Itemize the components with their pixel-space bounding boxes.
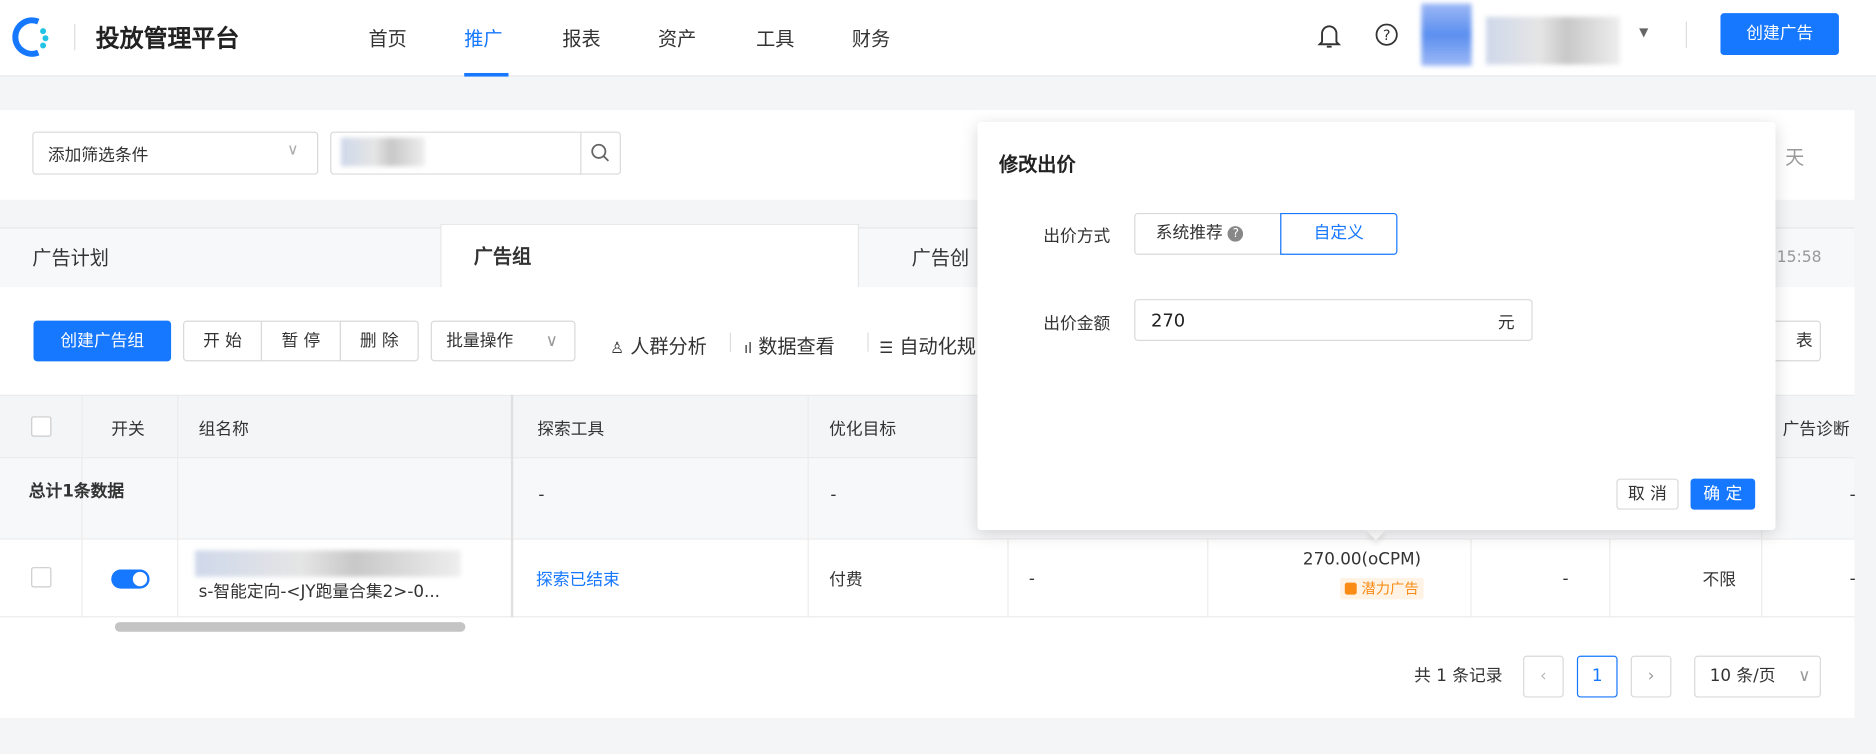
sliders-icon: ☰	[879, 339, 894, 358]
search-input[interactable]	[330, 131, 621, 175]
horizontal-scrollbar[interactable]	[114, 622, 466, 632]
person-icon: ♙	[610, 339, 625, 358]
cancel-button[interactable]: 取 消	[1616, 478, 1679, 510]
tab-campaign[interactable]: 广告计划	[0, 229, 440, 289]
divider	[1685, 21, 1687, 48]
search-icon[interactable]	[590, 142, 612, 164]
divider	[74, 23, 76, 51]
status-toggle[interactable]	[111, 569, 150, 589]
filter-select[interactable]: 添加筛选条件 ∨	[32, 131, 319, 175]
column-header-name[interactable]: 组名称	[199, 416, 249, 440]
confirm-button[interactable]: 确 定	[1690, 478, 1756, 510]
total-records: 共 1 条记录	[1414, 666, 1503, 686]
currency-unit: 元	[1497, 313, 1515, 333]
page-1-button[interactable]: 1	[1576, 655, 1618, 698]
next-page-button[interactable]: ›	[1630, 655, 1672, 698]
group-name[interactable]: s-智能定向-<JY跑量合集2>-0...	[199, 579, 440, 603]
batch-select[interactable]: 批量操作 ∨	[430, 320, 576, 362]
pause-button[interactable]: 暂 停	[260, 320, 341, 362]
nav-home[interactable]: 首页	[369, 23, 407, 52]
username[interactable]	[1485, 16, 1620, 65]
logo-icon	[12, 17, 49, 57]
option-label: 系统推荐	[1155, 223, 1223, 243]
svg-text:?: ?	[1383, 28, 1391, 44]
bell-icon[interactable]	[1317, 23, 1342, 49]
automation-label: 自动化规	[899, 335, 977, 358]
summary-value: -	[538, 485, 545, 505]
bid-amount-input[interactable]: 270 元	[1134, 299, 1533, 341]
bar-chart-icon: ıl	[744, 339, 753, 357]
bid-method-label: 出价方式	[1043, 227, 1111, 247]
top-header: 投放管理平台 首页 推广 报表 资产 工具 财务 ? ▼ 创建广告	[0, 0, 1876, 77]
nav-active-indicator	[464, 72, 509, 77]
column-header-goal[interactable]: 优化目标	[829, 416, 896, 440]
nav-assets[interactable]: 资产	[658, 23, 696, 52]
chevron-down-icon: ∨	[545, 331, 558, 351]
summary-value: -	[830, 485, 837, 505]
data-view-label: 数据查看	[758, 335, 835, 358]
bid-method-system[interactable]: 系统推荐 ?	[1134, 212, 1282, 255]
summary-value: -	[1849, 485, 1856, 505]
column-header-explore-tool[interactable]: 探索工具	[537, 416, 604, 440]
data-view-link[interactable]: ıl 数据查看	[744, 330, 835, 359]
nav-promotion[interactable]: 推广	[464, 23, 502, 52]
date-range-text[interactable]: 天	[1785, 141, 1804, 170]
cell-value: -	[1562, 569, 1569, 589]
delete-button[interactable]: 删 除	[339, 320, 419, 362]
app-title: 投放管理平台	[95, 23, 240, 53]
tab-creative[interactable]: 广告创	[912, 229, 969, 289]
audience-limit: 不限	[1702, 570, 1737, 590]
bid-method-custom[interactable]: 自定义	[1280, 212, 1398, 255]
chevron-down-icon[interactable]: ▼	[1639, 26, 1648, 39]
bid-amount-value: 270	[1150, 309, 1186, 332]
potential-ad-badge: 潜力广告	[1340, 577, 1424, 600]
row-checkbox[interactable]	[31, 567, 52, 588]
bid-amount-label: 出价金额	[1043, 314, 1111, 334]
page-size-label: 10 条/页	[1709, 666, 1776, 686]
nav-tools[interactable]: 工具	[756, 23, 794, 52]
badge-label: 潜力广告	[1361, 580, 1419, 598]
badge-icon	[1344, 582, 1357, 595]
popover-title: 修改出价	[999, 153, 1076, 176]
automation-rule-link[interactable]: ☰ 自动化规	[879, 330, 976, 359]
search-value	[340, 137, 425, 167]
avatar[interactable]	[1421, 3, 1472, 66]
select-all-checkbox[interactable]	[31, 416, 52, 437]
filter-select-label: 添加筛选条件	[47, 145, 149, 166]
edit-bid-popover: 修改出价 出价方式 系统推荐 ? 自定义 出价金额 270 元 取 消 确 定	[977, 122, 1776, 531]
explore-status-link[interactable]: 探索已结束	[536, 567, 620, 591]
summary-label: 总计1条数据	[28, 482, 125, 502]
create-ad-group-button[interactable]: 创建广告组	[33, 320, 172, 362]
update-time: 15:58	[1776, 248, 1822, 267]
chevron-down-icon: ∨	[1798, 666, 1811, 686]
help-icon[interactable]: ?	[1228, 226, 1244, 242]
help-icon[interactable]: ?	[1375, 23, 1399, 47]
start-button[interactable]: 开 始	[183, 320, 263, 362]
optimization-goal: 付费	[829, 570, 863, 590]
page-size-select[interactable]: 10 条/页 ∨	[1694, 655, 1821, 698]
batch-select-label: 批量操作	[446, 331, 514, 351]
prev-page-button[interactable]: ‹	[1523, 655, 1564, 698]
group-name-blurred	[195, 550, 461, 577]
bid-value[interactable]: 270.00(oCPM)	[1303, 550, 1421, 569]
cell-value: -	[1028, 569, 1035, 589]
chevron-down-icon: ∨	[287, 141, 299, 160]
create-ad-button[interactable]: 创建广告	[1720, 13, 1839, 56]
nav-finance[interactable]: 财务	[852, 23, 890, 52]
column-header-diagnosis[interactable]: 广告诊断	[1783, 416, 1850, 440]
tab-ad-group[interactable]: 广告组	[440, 223, 860, 289]
nav-reports[interactable]: 报表	[562, 23, 600, 52]
audience-label: 人群分析	[630, 335, 707, 358]
cell-value: -	[1849, 569, 1856, 589]
audience-analysis-link[interactable]: ♙ 人群分析	[610, 330, 707, 359]
column-header-switch: 开关	[111, 419, 145, 440]
